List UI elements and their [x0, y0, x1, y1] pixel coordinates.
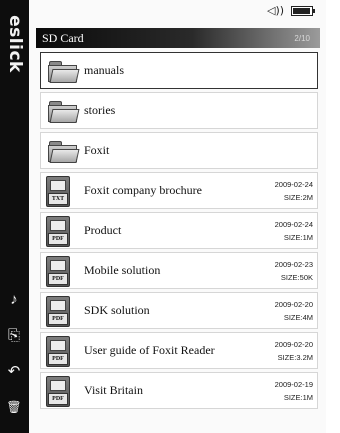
file-type-label: PDF — [48, 313, 68, 325]
item-name: SDK solution — [84, 303, 150, 317]
file-type-label: PDF — [48, 393, 68, 405]
file-item[interactable]: PDF Mobile solution 2009-02-23 SIZE:50K — [40, 252, 318, 289]
item-size: SIZE:2M — [283, 193, 313, 202]
item-date: 2009-02-24 — [274, 220, 313, 229]
item-name: Foxit company brochure — [84, 183, 202, 197]
device-edge — [326, 0, 340, 433]
screen: ◁)) SD Card 2/10 manuals stories Foxit TXT F… — [29, 0, 326, 433]
file-type-label: PDF — [48, 233, 68, 245]
item-meta: 2009-02-20 SIZE:3.2M — [275, 338, 313, 364]
folder-item[interactable]: Foxit — [40, 132, 318, 169]
item-size: SIZE:4M — [283, 313, 313, 322]
item-name: Mobile solution — [84, 263, 161, 277]
status-bar: ◁)) — [29, 0, 326, 20]
pdf-file-icon: PDF — [46, 336, 70, 367]
item-meta: 2009-02-24 SIZE:1M — [275, 218, 313, 244]
file-list: manuals stories Foxit TXT Foxit company broc… — [40, 52, 318, 412]
item-name: User guide of Foxit Reader — [84, 343, 215, 357]
title-bar: SD Card 2/10 — [36, 28, 320, 48]
battery-icon — [291, 6, 315, 16]
item-date: 2009-02-23 — [274, 260, 313, 269]
item-meta: 2009-02-23 SIZE:50K — [275, 258, 313, 284]
file-item[interactable]: TXT Foxit company brochure 2009-02-24 SIZE:… — [40, 172, 318, 209]
pdf-file-icon: PDF — [46, 256, 70, 287]
folder-icon — [48, 100, 80, 123]
brand-logo: eslick — [5, 15, 25, 73]
item-date: 2009-02-20 — [274, 340, 313, 349]
txt-file-icon: TXT — [46, 176, 70, 207]
item-name: stories — [84, 103, 116, 117]
pdf-file-icon: PDF — [46, 296, 70, 327]
item-meta: 2009-02-19 SIZE:1M — [275, 378, 313, 404]
item-meta: 2009-02-20 SIZE:4M — [275, 298, 313, 324]
file-item[interactable]: PDF Product 2009-02-24 SIZE:1M — [40, 212, 318, 249]
item-size: SIZE:50K — [280, 273, 313, 282]
page-indicator: 2/10 — [294, 33, 310, 43]
file-item[interactable]: PDF User guide of Foxit Reader 2009-02-20 S… — [40, 332, 318, 369]
item-size: SIZE:3.2M — [277, 353, 313, 362]
pdf-file-icon: PDF — [46, 216, 70, 247]
item-date: 2009-02-19 — [274, 380, 313, 389]
volume-icon: ◁)) — [267, 4, 285, 17]
item-meta: 2009-02-24 SIZE:2M — [275, 178, 313, 204]
item-name: manuals — [84, 63, 124, 77]
file-type-label: TXT — [48, 193, 68, 205]
item-size: SIZE:1M — [283, 393, 313, 402]
location-title: SD Card — [42, 30, 84, 45]
file-type-label: PDF — [48, 273, 68, 285]
pdf-file-icon: PDF — [46, 376, 70, 407]
back-arrow-icon[interactable]: ↶ — [4, 361, 24, 381]
item-size: SIZE:1M — [283, 233, 313, 242]
item-name: Visit Britain — [84, 383, 143, 397]
device-bezel: eslick ♪ ⎘ ↶ 🗑 — [0, 0, 29, 433]
folder-icon — [48, 140, 80, 163]
file-item[interactable]: PDF Visit Britain 2009-02-19 SIZE:1M — [40, 372, 318, 409]
folder-icon — [48, 60, 80, 83]
item-name: Product — [84, 223, 122, 237]
trash-icon[interactable]: 🗑 — [4, 397, 24, 417]
item-name: Foxit — [84, 143, 110, 157]
item-date: 2009-02-20 — [274, 300, 313, 309]
bookmark-icon[interactable]: ⎘ — [4, 325, 24, 345]
file-item[interactable]: PDF SDK solution 2009-02-20 SIZE:4M — [40, 292, 318, 329]
folder-item[interactable]: manuals — [40, 52, 318, 89]
folder-item[interactable]: stories — [40, 92, 318, 129]
item-date: 2009-02-24 — [274, 180, 313, 189]
music-note-icon[interactable]: ♪ — [4, 289, 24, 309]
file-type-label: PDF — [48, 353, 68, 365]
